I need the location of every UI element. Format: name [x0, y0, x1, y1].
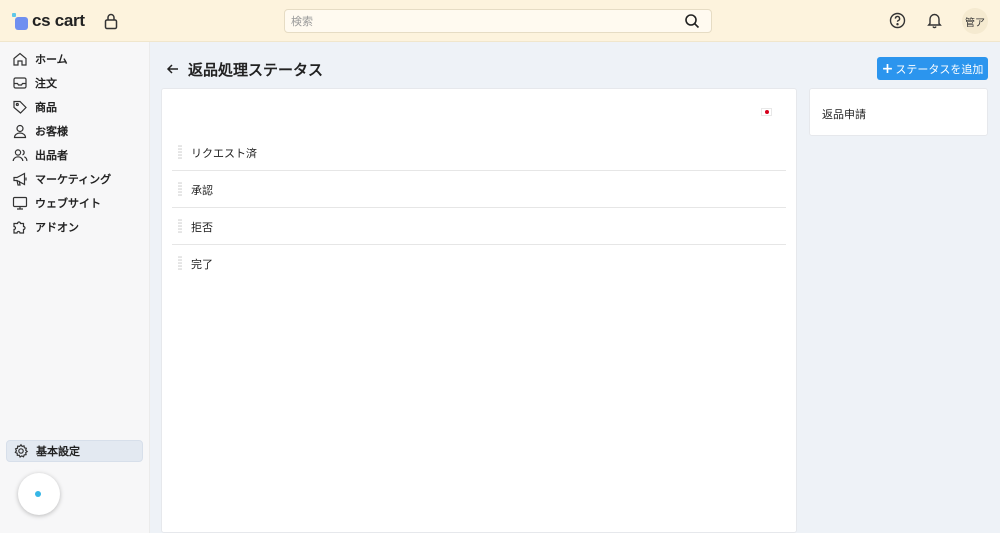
plus-icon: + [881, 60, 894, 77]
status-row[interactable]: 完了 [172, 245, 786, 282]
sidebar-item-label: アドオン [35, 221, 79, 234]
status-name[interactable]: 拒否 [191, 219, 213, 235]
add-status-label: ステータスを追加 [895, 62, 984, 76]
sidebar-item-label: ホーム [35, 53, 68, 66]
japan-flag-icon[interactable] [761, 108, 772, 116]
search-input[interactable] [285, 10, 665, 33]
user-avatar[interactable]: 管ア [962, 8, 988, 34]
status-list-card: リクエスト済 承認 拒否 完了 [161, 88, 797, 533]
drag-handle-icon[interactable] [178, 256, 182, 270]
status-name[interactable]: 完了 [191, 256, 213, 272]
logo-text: cs cart [32, 11, 85, 30]
megaphone-icon [13, 172, 27, 186]
inbox-icon [13, 77, 27, 89]
sidebar-item-customers[interactable]: お客様 [6, 120, 143, 142]
users-icon [12, 149, 28, 162]
sidebar-item-label: お客様 [35, 125, 68, 138]
status-name[interactable]: 承認 [191, 182, 213, 198]
sidebar: ホーム 注文 商品 お客様 出品者 マーケティング ウェブサイト アドオン 基本… [0, 42, 150, 533]
sidebar-item-marketing[interactable]: マーケティング [6, 168, 143, 190]
sidebar-item-label: 基本設定 [36, 445, 80, 458]
search-icon[interactable] [684, 13, 700, 29]
sidebar-item-label: 商品 [35, 101, 57, 114]
home-icon [13, 52, 27, 66]
page-header: 返品処理ステータス + ステータスを追加 [162, 56, 988, 82]
cs-cart-logo[interactable]: cs cart [12, 11, 85, 31]
store-logo-icon [35, 491, 41, 497]
monitor-icon [12, 196, 28, 210]
lock-icon[interactable] [103, 12, 119, 30]
tag-icon [13, 100, 27, 114]
sidebar-item-settings[interactable]: 基本設定 [6, 440, 143, 462]
puzzle-icon [13, 221, 26, 234]
status-row[interactable]: 承認 [172, 171, 786, 208]
sidebar-item-label: ウェブサイト [35, 197, 101, 210]
sidebar-item-orders[interactable]: 注文 [6, 72, 143, 94]
sidebar-item-addons[interactable]: アドオン [6, 216, 143, 238]
top-header: cs cart 管ア [0, 0, 1000, 42]
sidebar-item-label: 注文 [35, 77, 57, 90]
search-bar [284, 9, 712, 33]
help-icon[interactable] [889, 12, 906, 29]
bell-icon[interactable] [926, 11, 943, 29]
side-panel: 返品申請 [809, 88, 988, 136]
status-row[interactable]: リクエスト済 [172, 134, 786, 171]
back-arrow-icon[interactable] [165, 61, 181, 77]
drag-handle-icon[interactable] [178, 219, 182, 233]
status-name[interactable]: リクエスト済 [191, 145, 257, 161]
return-requests-link[interactable]: 返品申請 [822, 106, 866, 122]
drag-handle-icon[interactable] [178, 182, 182, 196]
sidebar-item-home[interactable]: ホーム [6, 48, 143, 70]
status-row[interactable]: 拒否 [172, 208, 786, 245]
gear-icon [14, 443, 29, 458]
sidebar-item-website[interactable]: ウェブサイト [6, 192, 143, 214]
user-icon [13, 124, 27, 139]
logo-mark-icon [12, 13, 28, 30]
sidebar-item-products[interactable]: 商品 [6, 96, 143, 118]
sidebar-item-vendors[interactable]: 出品者 [6, 144, 143, 166]
store-switcher-widget[interactable] [18, 473, 60, 515]
drag-handle-icon[interactable] [178, 145, 182, 159]
page-title: 返品処理ステータス [188, 61, 324, 79]
sidebar-item-label: マーケティング [35, 173, 112, 186]
add-status-button[interactable]: + ステータスを追加 [877, 57, 988, 80]
sidebar-item-label: 出品者 [35, 149, 68, 162]
